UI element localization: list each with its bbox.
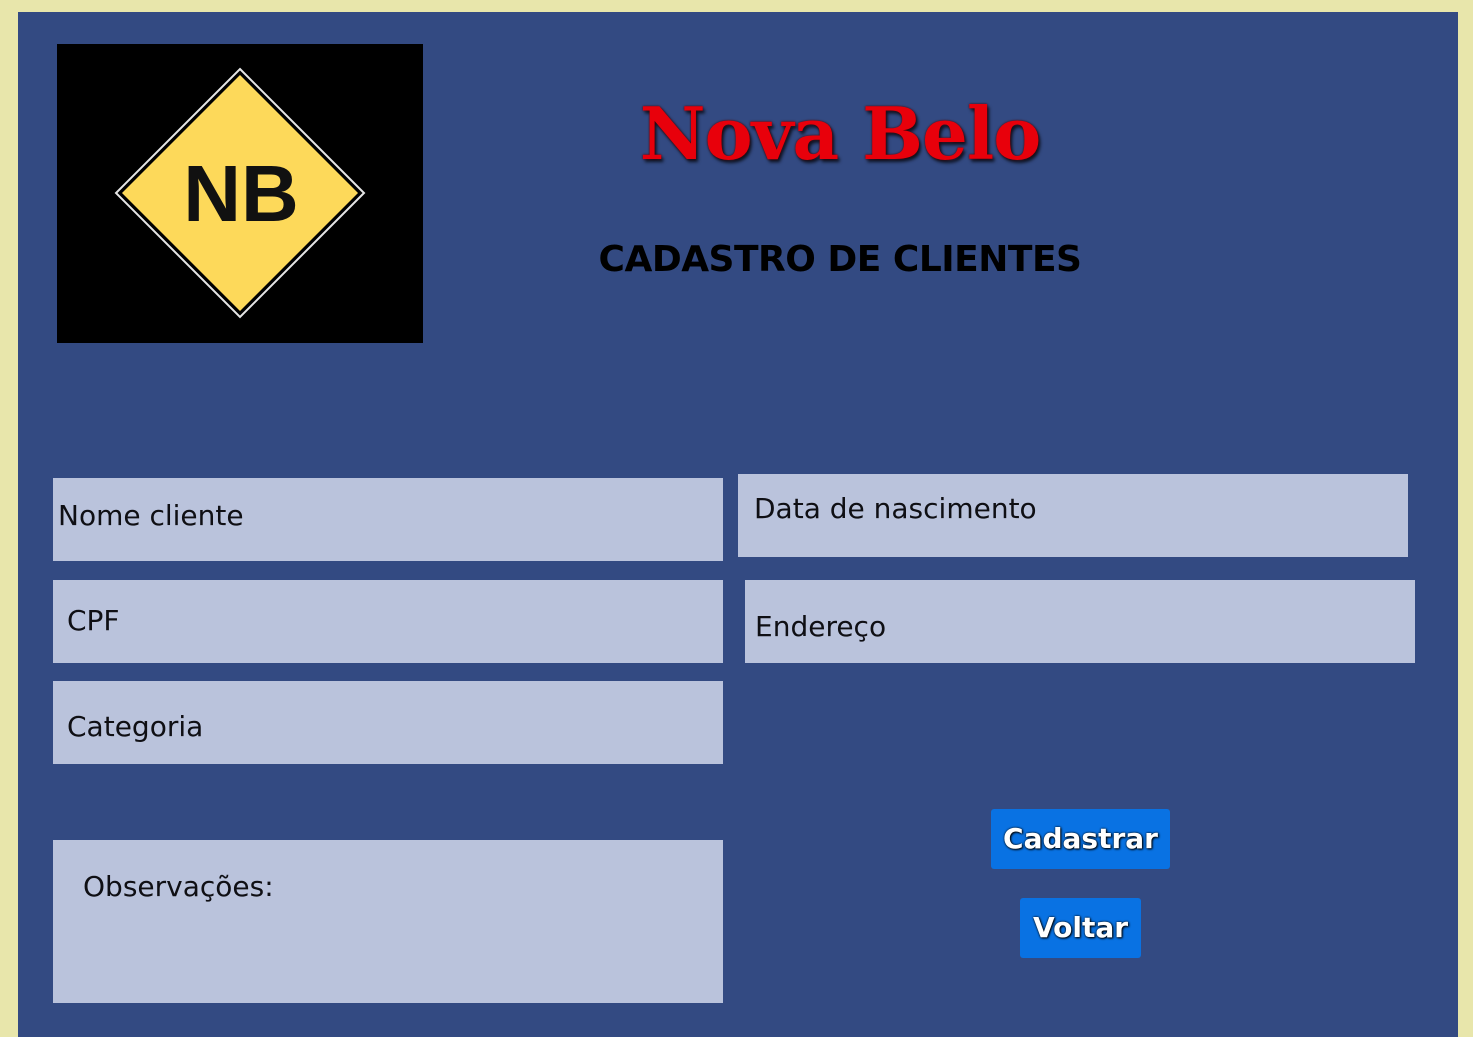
observacoes-label: Observações: [83, 870, 274, 903]
data-nascimento-field[interactable]: Data de nascimento [738, 474, 1408, 557]
endereco-label: Endereço [755, 610, 887, 643]
nome-cliente-field[interactable]: Nome cliente [53, 478, 723, 561]
cadastrar-button[interactable]: Cadastrar [991, 809, 1170, 869]
observacoes-field[interactable]: Observações: [53, 840, 723, 1003]
categoria-label: Categoria [67, 710, 204, 743]
categoria-field[interactable]: Categoria [53, 681, 723, 764]
cpf-label: CPF [67, 604, 120, 637]
brand-title: Nova Belo [639, 91, 1041, 176]
logo: NB [57, 44, 423, 343]
data-nascimento-label: Data de nascimento [754, 492, 1037, 525]
cpf-field[interactable]: CPF [53, 580, 723, 663]
voltar-button[interactable]: Voltar [1020, 898, 1141, 958]
logo-text: NB [183, 149, 299, 238]
nb-diamond-logo-icon: NB [114, 67, 366, 319]
page-subtitle: CADASTRO DE CLIENTES [598, 239, 1082, 280]
nome-cliente-label: Nome cliente [58, 499, 244, 532]
endereco-field[interactable]: Endereço [745, 580, 1415, 663]
